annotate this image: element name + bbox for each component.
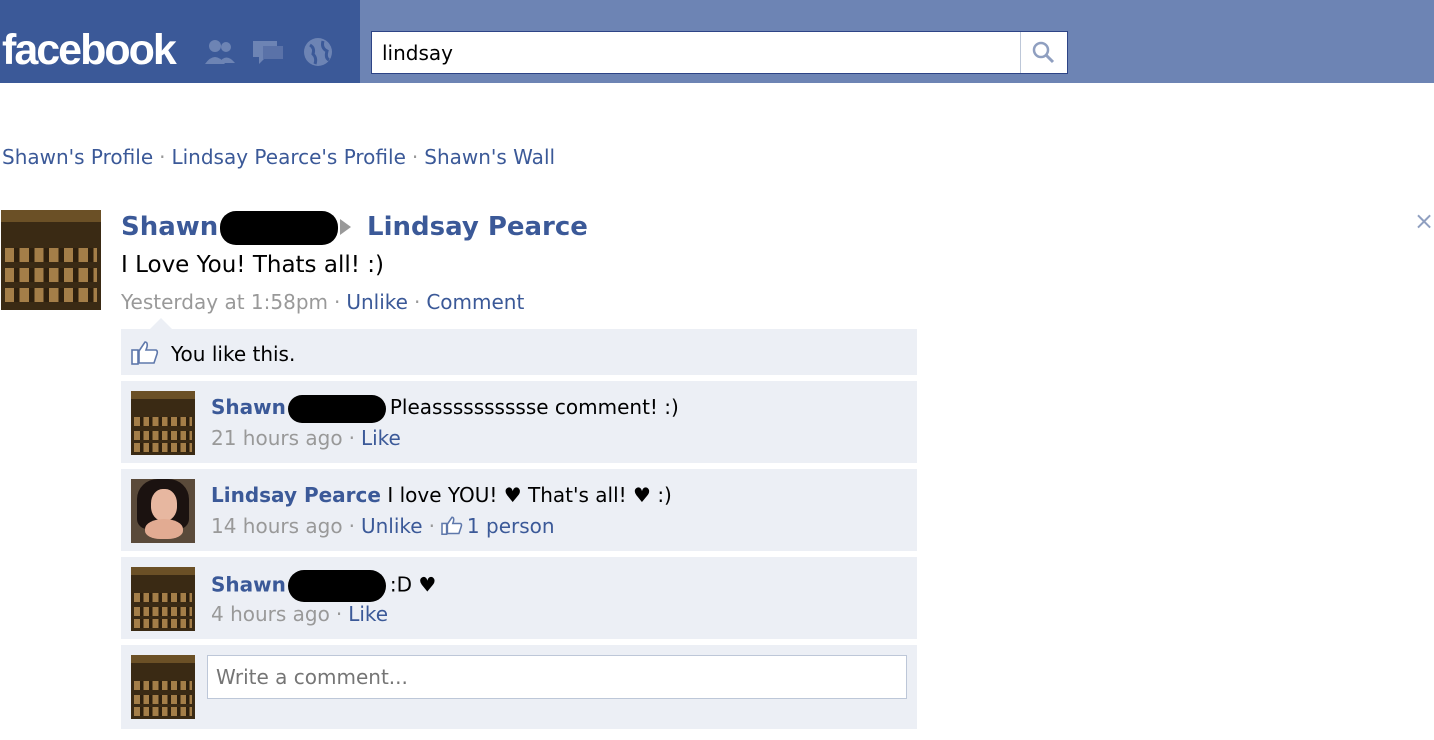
post-target: Lindsay Pearce <box>367 210 588 244</box>
redaction <box>220 210 339 245</box>
comment-avatar[interactable] <box>131 391 195 455</box>
write-comment-row <box>121 645 917 729</box>
comment-time: 21 hours ago <box>211 426 343 450</box>
facebook-logo[interactable]: facebook <box>2 24 177 76</box>
breadcrumb-separator: · <box>411 145 419 169</box>
comment-avatar[interactable] <box>131 479 195 543</box>
comment-avatar[interactable] <box>131 567 195 631</box>
comment-time: 4 hours ago <box>211 602 330 626</box>
post-unlike-link[interactable]: Unlike <box>346 290 408 314</box>
post-message: I Love You! Thats all! :) <box>121 252 384 278</box>
comment-item: Shawn :D ♥ 4 hours ago · Like <box>121 557 917 639</box>
breadcrumb-shawn-profile[interactable]: Shawn's Profile <box>2 145 153 169</box>
comment-author[interactable]: Shawn <box>211 395 286 419</box>
close-icon[interactable]: × <box>1414 207 1434 235</box>
breadcrumb-lindsay-profile[interactable]: Lindsay Pearce's Profile <box>171 145 405 169</box>
comment-like-link[interactable]: Like <box>348 602 388 626</box>
comment-text: :D ♥ <box>389 572 437 597</box>
search-input[interactable] <box>372 32 1022 73</box>
search-icon <box>1032 41 1055 64</box>
current-user-avatar <box>131 655 195 719</box>
breadcrumb-shawn-wall[interactable]: Shawn's Wall <box>424 145 555 169</box>
post-author-name[interactable]: Shawn <box>121 212 218 242</box>
breadcrumb-separator: · <box>159 145 166 169</box>
comment-time: 14 hours ago <box>211 514 343 538</box>
comment-author[interactable]: Shawn <box>211 573 286 597</box>
post-meta: Yesterday at 1:58pm · Unlike · Comment <box>121 290 525 314</box>
comment-text: Pleasssssssssse comment! :) <box>389 395 679 419</box>
comment-item: Shawn Pleasssssssssse comment! :) 21 hour… <box>121 381 917 463</box>
comment-meta: 21 hours ago · Like <box>211 426 401 450</box>
comment-line: Shawn :D ♥ <box>211 570 436 602</box>
search-box <box>371 31 1068 74</box>
comment-line: Shawn Pleasssssssssse comment! :) <box>211 394 679 423</box>
comment-text: I love YOU! ♥ That's all! ♥ :) <box>387 483 672 507</box>
post-target-name[interactable]: Lindsay Pearce <box>367 212 588 242</box>
arrow-right-icon <box>340 219 351 235</box>
write-comment-input[interactable] <box>207 655 907 699</box>
comment-unlike-link[interactable]: Unlike <box>361 514 423 538</box>
likes-text: You like this. <box>171 342 296 366</box>
notifications-icon[interactable] <box>301 36 335 68</box>
redaction <box>287 570 386 602</box>
comment-meta: 14 hours ago · Unlike · 1 person <box>211 514 555 538</box>
comment-author[interactable]: Lindsay Pearce <box>211 483 381 507</box>
comment-like-link[interactable]: Like <box>361 426 401 450</box>
post-author: Shawn <box>121 210 339 245</box>
thumbs-up-icon <box>441 516 463 535</box>
post-comment-link[interactable]: Comment <box>426 290 524 314</box>
top-bar: facebook <box>0 0 1434 83</box>
breadcrumb: Shawn's Profile · Lindsay Pearce's Profile… <box>2 144 555 170</box>
feedback-nub <box>150 318 172 329</box>
comment-item: Lindsay Pearce I love YOU! ♥ That's all!… <box>121 469 917 551</box>
messages-icon[interactable] <box>251 36 285 68</box>
comment-line: Lindsay Pearce I love YOU! ♥ That's all!… <box>211 482 672 508</box>
post-timestamp: Yesterday at 1:58pm <box>121 290 328 314</box>
likes-row: You like this. <box>121 329 917 375</box>
comment-meta: 4 hours ago · Like <box>211 602 389 626</box>
friend-requests-icon[interactable] <box>203 36 237 68</box>
thumbs-up-icon <box>131 341 159 365</box>
search-button[interactable] <box>1020 32 1067 73</box>
comment-like-count[interactable]: 1 person <box>467 514 555 538</box>
redaction <box>287 394 386 423</box>
post-author-avatar[interactable] <box>1 210 101 310</box>
